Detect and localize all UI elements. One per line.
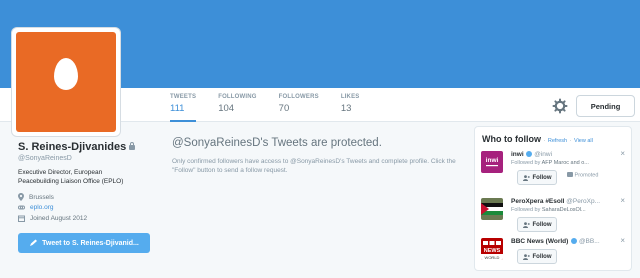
verified-badge-icon [526, 151, 533, 157]
promoted-icon [567, 172, 573, 177]
profile-stats: TWEETS 111 FOLLOWING 104 FOLLOWERS 70 LI… [170, 94, 381, 122]
default-egg-avatar [16, 32, 116, 132]
follow-button[interactable]: Follow [517, 170, 557, 185]
suggestion-avatar-bbc[interactable]: NEWS WORLD [481, 238, 503, 260]
profile-avatar[interactable] [12, 28, 120, 136]
profile-handle[interactable]: @SonyaReinesD [18, 155, 72, 162]
who-to-follow-header: Who to follow · Refresh · View all [482, 134, 593, 144]
profile-name-text: S. Reines-Djivanides [18, 141, 127, 153]
refresh-link[interactable]: Refresh [548, 138, 567, 144]
dismiss-suggestion-close-icon[interactable]: × [620, 236, 625, 245]
view-all-link[interactable]: View all [574, 138, 593, 144]
tweet-to-label: Tweet to S. Reines-Djivanid... [42, 239, 139, 247]
suggestion-name-text: inwi [511, 151, 524, 158]
tweet-to-button[interactable]: Tweet to S. Reines-Djivanid... [18, 233, 150, 253]
person-plus-icon [522, 253, 530, 260]
suggestion-name[interactable]: BBC News (World) @BB... [511, 238, 613, 245]
profile-website: eplo.org [18, 204, 54, 211]
calendar-icon [18, 215, 25, 222]
follow-label: Follow [532, 253, 552, 260]
separator: · [569, 138, 572, 144]
suggestion-item: PeroXpera #Esoll @PeroXp... Followed by … [481, 196, 627, 238]
suggestion-name[interactable]: inwi @inwi [511, 151, 613, 158]
follow-label: Follow [532, 221, 552, 228]
suggestion-name-text: BBC News (World) [511, 238, 569, 245]
svg-text:inwi: inwi [486, 157, 499, 164]
dismiss-suggestion-close-icon[interactable]: × [620, 149, 625, 158]
person-plus-icon [522, 174, 530, 181]
profile-location: Brussels [18, 193, 54, 201]
svg-text:WORLD: WORLD [485, 255, 500, 260]
suggestion-handle: @PeroXp... [566, 198, 600, 205]
joined-text: Joined August 2012 [30, 215, 88, 222]
pending-button[interactable]: Pending [576, 95, 635, 117]
suggestion-avatar-flag[interactable] [481, 198, 503, 220]
stat-value: 70 [278, 103, 290, 114]
suggestion-context: Followed by AFP Maroc and o... [511, 160, 613, 166]
promoted-label: Promoted [567, 172, 598, 179]
stat-tweets[interactable]: TWEETS 111 [170, 94, 197, 122]
stat-followers[interactable]: FOLLOWERS 70 [279, 94, 319, 121]
stat-label: TWEETS [170, 94, 197, 100]
website-link[interactable]: eplo.org [30, 204, 54, 211]
verified-badge-icon [571, 238, 578, 244]
link-icon [18, 205, 25, 210]
stat-likes[interactable]: LIKES 13 [341, 94, 360, 121]
location-pin-icon [18, 193, 24, 201]
person-plus-icon [522, 221, 530, 228]
stat-label: FOLLOWERS [278, 94, 319, 100]
location-text: Brussels [29, 193, 54, 201]
profile-joined: Joined August 2012 [18, 215, 87, 222]
follow-label: Follow [532, 174, 552, 181]
follow-button[interactable]: Follow [517, 217, 557, 232]
egg-icon [54, 58, 78, 90]
lock-icon [129, 142, 136, 150]
suggestion-context: Followed by SaharaDeLosOl... [511, 207, 613, 213]
who-to-follow-title: Who to follow [482, 134, 541, 144]
context-names[interactable]: SaharaDeLosOl... [542, 207, 586, 213]
context-prefix: Followed by [511, 160, 541, 166]
protected-title: @SonyaReinesD's Tweets are protected. [172, 137, 382, 149]
stat-label: FOLLOWING [218, 94, 257, 100]
dismiss-suggestion-close-icon[interactable]: × [620, 196, 625, 205]
profile-name: S. Reines-Djivanides [18, 141, 136, 153]
suggestion-avatar-inwi[interactable]: inwi [481, 151, 503, 173]
compose-icon [30, 239, 38, 246]
context-names[interactable]: AFP Maroc and o... [542, 160, 589, 166]
suggestion-handle: @BB... [578, 238, 600, 245]
suggestion-item: inwi inwi @inwi Followed by AFP Maroc an… [481, 149, 627, 191]
who-to-follow-panel: Who to follow · Refresh · View all inwi … [474, 126, 632, 271]
suggestion-item: NEWS WORLD BBC News (World) @BB... × Fol… [481, 236, 627, 278]
suggestion-handle: @inwi [534, 151, 553, 158]
suggestion-name[interactable]: PeroXpera #Esoll @PeroXp... [511, 198, 613, 205]
separator: · [543, 138, 546, 144]
stat-value: 104 [218, 103, 235, 114]
promoted-text: Promoted [574, 172, 599, 179]
suggestion-name-text: PeroXpera #Esoll [511, 198, 565, 205]
stat-following[interactable]: FOLLOWING 104 [218, 94, 256, 121]
stat-value: 111 [170, 103, 185, 114]
profile-bio: Executive Director, European Peacebuildi… [18, 169, 124, 185]
svg-text:NEWS: NEWS [484, 248, 501, 254]
stat-value: 13 [340, 103, 352, 114]
stat-label: LIKES [340, 94, 360, 100]
context-prefix: Followed by [511, 207, 541, 213]
follow-button[interactable]: Follow [517, 249, 557, 264]
protected-description: Only confirmed followers have access to … [172, 158, 456, 174]
gear-icon[interactable] [552, 98, 568, 114]
